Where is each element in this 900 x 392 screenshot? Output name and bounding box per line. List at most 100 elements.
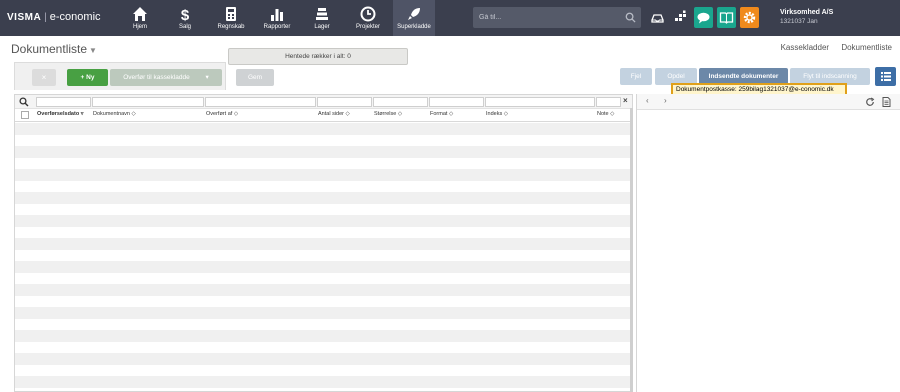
visma-logo-text: VISMA	[7, 12, 42, 23]
chat-button[interactable]	[694, 7, 713, 28]
transfer-to-journal-button[interactable]: Overfør til kassekladde ▾	[110, 69, 222, 86]
column-header-overforselsdato[interactable]: Overførselsdato ▿	[37, 111, 83, 117]
chevron-left-icon[interactable]: ‹	[646, 96, 649, 105]
nav-item-hjem[interactable]: Hjem	[119, 0, 161, 36]
clear-filter-icon[interactable]: ×	[623, 96, 628, 105]
company-user: 1321037 Jan	[780, 18, 818, 25]
bar-chart-icon	[271, 9, 283, 21]
chevron-down-icon: ▾	[205, 74, 209, 81]
filter-indeks[interactable]	[485, 97, 595, 107]
preview-toolbar: ‹ ›	[637, 94, 900, 110]
inbox-icon	[651, 14, 664, 23]
gear-icon	[743, 11, 756, 24]
remove-button[interactable]: Fjel	[620, 68, 652, 85]
column-label: Overført af	[206, 111, 233, 117]
nav-label: Rapporter	[263, 24, 291, 30]
brand-logo[interactable]: VISMA | e-conomic	[7, 11, 101, 23]
column-label: Note	[597, 111, 609, 117]
grid-body	[15, 123, 632, 392]
transfer-label: Overfør til kassekladde	[123, 74, 190, 81]
select-all-checkbox[interactable]	[21, 111, 29, 119]
table-row	[15, 227, 632, 239]
company-info[interactable]: Virksomhed A/S 1321037 Jan	[780, 9, 833, 25]
link-kassekladder[interactable]: Kassekladder	[781, 43, 829, 52]
delete-button[interactable]: ×	[32, 69, 56, 86]
column-label: Størrelse	[374, 111, 397, 117]
column-label: Indeks	[486, 111, 503, 117]
nav-item-salg[interactable]: $ Salg	[164, 0, 206, 36]
search-icon[interactable]	[19, 97, 29, 107]
table-row	[15, 215, 632, 227]
table-row	[15, 330, 632, 342]
refresh-icon[interactable]	[865, 97, 875, 107]
sort-icon: ◇	[131, 111, 136, 117]
column-header-overfort-af[interactable]: Overført af ◇	[206, 111, 238, 117]
new-button[interactable]: + Ny	[67, 69, 108, 86]
apps-button[interactable]	[671, 7, 690, 28]
sort-icon: ◇	[503, 111, 508, 117]
settings-button[interactable]	[740, 7, 759, 28]
table-row	[15, 135, 632, 147]
link-dokumentliste[interactable]: Dokumentliste	[841, 43, 892, 52]
sort-icon: ◇	[610, 111, 615, 117]
chevron-right-icon[interactable]: ›	[664, 96, 667, 105]
filter-antal-sider[interactable]	[317, 97, 372, 107]
table-row	[15, 319, 632, 331]
column-header-storrelse[interactable]: Størrelse ◇	[374, 111, 402, 117]
nav-item-rapporter[interactable]: Rapporter	[256, 0, 298, 36]
table-row	[15, 342, 632, 354]
table-row	[15, 261, 632, 273]
search-input[interactable]	[473, 7, 623, 28]
column-label: Dokumentnavn	[93, 111, 130, 117]
nav-label: Lager	[314, 24, 330, 30]
nav-label: Salg	[178, 24, 191, 30]
filter-overforselsdato[interactable]	[36, 97, 91, 107]
nav-item-superkladde[interactable]: Superkladde	[393, 0, 435, 36]
sort-icon: ◇	[345, 111, 350, 117]
filter-format[interactable]	[429, 97, 484, 107]
document-icon[interactable]	[882, 97, 891, 107]
table-row	[15, 296, 632, 308]
svg-text:$: $	[181, 7, 190, 22]
book-button[interactable]	[717, 7, 736, 28]
breadcrumb: Kassekladder Dokumentliste	[771, 43, 892, 52]
document-preview-panel: ‹ ›	[636, 94, 900, 392]
vertical-scrollbar[interactable]	[630, 108, 633, 392]
table-row	[15, 192, 632, 204]
calculator-icon	[226, 7, 236, 21]
column-header-antal-sider[interactable]: Antal sider ◇	[318, 111, 350, 117]
filter-dokumentnavn[interactable]	[92, 97, 204, 107]
filter-note[interactable]	[596, 97, 621, 107]
column-header-format[interactable]: Format ◇	[430, 111, 453, 117]
table-row	[15, 388, 632, 392]
top-navigation-bar: VISMA | e-conomic Hjem $ Salg Regnskab Rap…	[0, 0, 900, 36]
table-row	[15, 284, 632, 296]
sort-icon: ◇	[233, 111, 239, 117]
apps-icon	[675, 10, 686, 21]
chat-icon	[697, 12, 710, 24]
column-header-indeks[interactable]: Indeks ◇	[486, 111, 508, 117]
table-row	[15, 273, 632, 285]
page-title[interactable]: Dokumentliste ▼	[11, 42, 97, 56]
column-header-note[interactable]: Note ◇	[597, 111, 614, 117]
filter-storrelse[interactable]	[373, 97, 428, 107]
document-grid: × Overførselsdato ▿ Dokumentnavn ◇ Overf…	[14, 94, 633, 392]
list-view-button[interactable]	[875, 67, 896, 86]
table-row	[15, 158, 632, 170]
table-row	[15, 204, 632, 216]
save-button[interactable]: Gem	[236, 69, 274, 86]
rocket-icon	[408, 8, 420, 20]
nav-item-projekter[interactable]: Projekter	[347, 0, 389, 36]
loading-status-message: Hentede rækker i alt: 0	[228, 48, 408, 65]
nav-item-regnskab[interactable]: Regnskab	[210, 0, 252, 36]
column-header-dokumentnavn[interactable]: Dokumentnavn ◇	[93, 111, 136, 117]
inbox-button[interactable]	[648, 7, 667, 28]
nav-item-lager[interactable]: Lager	[301, 0, 343, 36]
table-row	[15, 365, 632, 377]
search-icon[interactable]	[625, 12, 636, 23]
logo-separator: |	[44, 12, 47, 23]
filter-overfort-af[interactable]	[205, 97, 316, 107]
column-label: Format	[430, 111, 448, 117]
nav-label: Superkladde	[397, 24, 431, 30]
page-title-text: Dokumentliste	[11, 42, 88, 56]
